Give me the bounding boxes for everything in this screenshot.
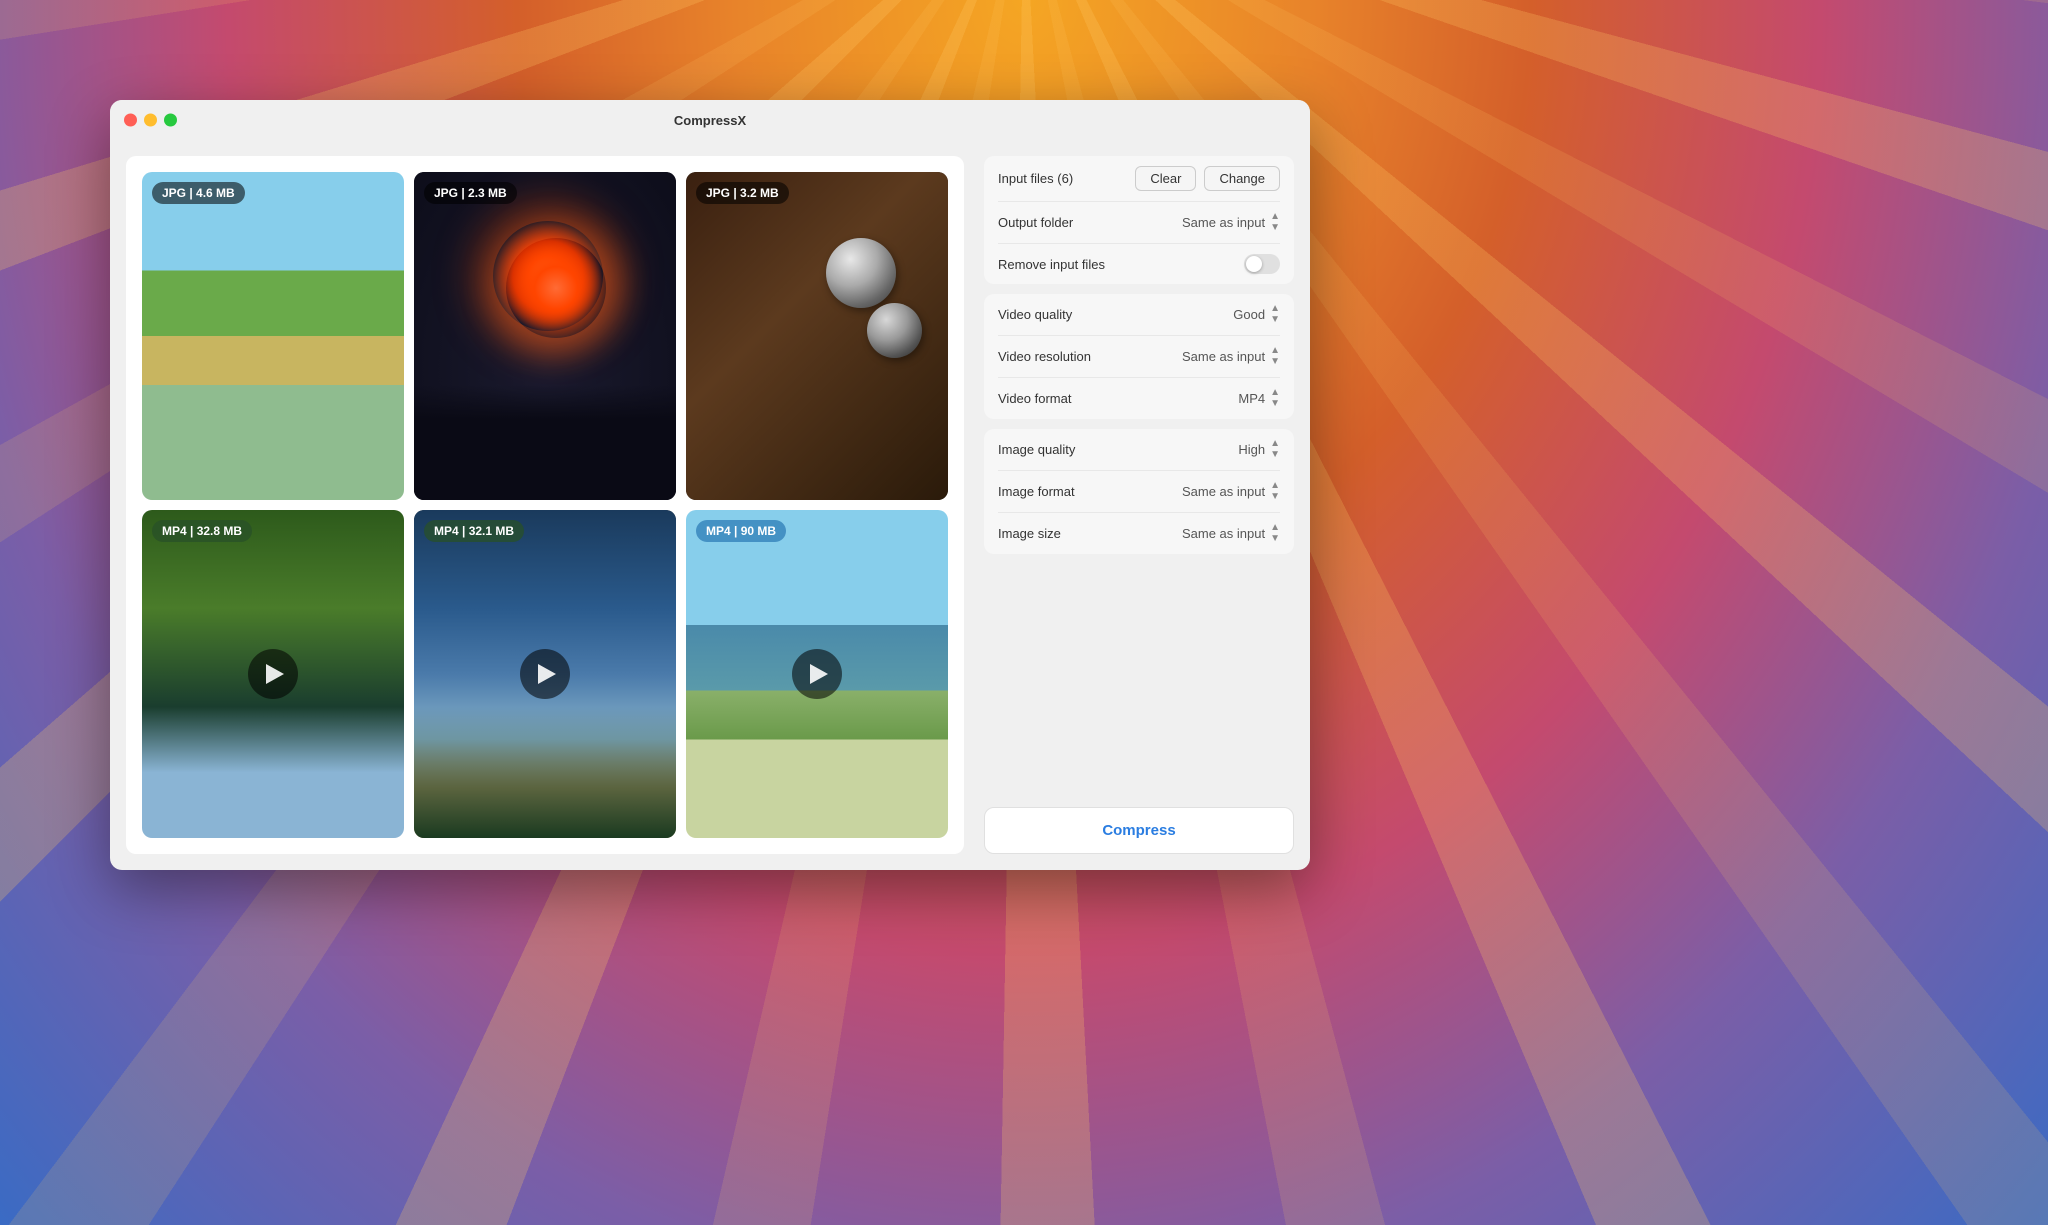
file-badge-3: JPG | 3.2 MB <box>696 182 789 204</box>
file-card-5[interactable]: MP4 | 32.1 MB <box>414 510 676 838</box>
video-format-value: MP4 <box>1238 391 1265 406</box>
remove-input-toggle[interactable] <box>1244 254 1280 274</box>
image-size-stepper[interactable]: ▲ ▼ <box>1270 523 1280 544</box>
change-button[interactable]: Change <box>1204 166 1280 191</box>
image-format-row: Image format Same as input ▲ ▼ <box>998 471 1280 513</box>
titlebar: CompressX <box>110 100 1310 140</box>
output-folder-control[interactable]: Same as input ▲ ▼ <box>1182 212 1280 233</box>
file-card-3[interactable]: JPG | 3.2 MB <box>686 172 948 500</box>
minimize-button[interactable] <box>144 114 157 127</box>
window-title: CompressX <box>674 113 746 128</box>
image-quality-label: Image quality <box>998 442 1075 457</box>
file-badge-4: MP4 | 32.8 MB <box>152 520 252 542</box>
firework-glow <box>493 221 603 331</box>
crowd-silhouette <box>414 385 676 500</box>
video-format-control[interactable]: MP4 ▲ ▼ <box>1238 388 1280 409</box>
file-badge-5: MP4 | 32.1 MB <box>424 520 524 542</box>
app-window: CompressX JPG | 4.6 MB JPG | 2.3 MB <box>110 100 1310 870</box>
file-card-1[interactable]: JPG | 4.6 MB <box>142 172 404 500</box>
image-format-control[interactable]: Same as input ▲ ▼ <box>1182 481 1280 502</box>
file-card-2[interactable]: JPG | 2.3 MB <box>414 172 676 500</box>
image-format-stepper[interactable]: ▲ ▼ <box>1270 481 1280 502</box>
video-resolution-label: Video resolution <box>998 349 1091 364</box>
output-folder-label: Output folder <box>998 215 1073 230</box>
video-quality-value: Good <box>1233 307 1265 322</box>
video-resolution-value: Same as input <box>1182 349 1265 364</box>
file-badge-1: JPG | 4.6 MB <box>152 182 245 204</box>
remove-input-label: Remove input files <box>998 257 1105 272</box>
play-icon-4 <box>266 664 284 684</box>
play-button-4[interactable] <box>248 649 298 699</box>
settings-panel: Input files (6) Clear Change Output fold… <box>984 156 1294 854</box>
play-icon-6 <box>810 664 828 684</box>
compress-section: Compress <box>984 791 1294 854</box>
maximize-button[interactable] <box>164 114 177 127</box>
image-size-row: Image size Same as input ▲ ▼ <box>998 513 1280 554</box>
play-button-5[interactable] <box>520 649 570 699</box>
clear-button[interactable]: Clear <box>1135 166 1196 191</box>
video-format-label: Video format <box>998 391 1071 406</box>
disco-ball-1 <box>826 238 896 308</box>
image-size-value: Same as input <box>1182 526 1265 541</box>
image-size-label: Image size <box>998 526 1061 541</box>
video-quality-control[interactable]: Good ▲ ▼ <box>1233 304 1280 325</box>
file-thumb-1 <box>142 172 404 500</box>
image-quality-control[interactable]: High ▲ ▼ <box>1238 439 1280 460</box>
close-button[interactable] <box>124 114 137 127</box>
image-format-label: Image format <box>998 484 1075 499</box>
video-format-row: Video format MP4 ▲ ▼ <box>998 378 1280 419</box>
file-thumb-3 <box>686 172 948 500</box>
file-badge-6: MP4 | 90 MB <box>696 520 786 542</box>
input-files-label: Input files (6) <box>998 171 1073 186</box>
image-size-control[interactable]: Same as input ▲ ▼ <box>1182 523 1280 544</box>
video-quality-label: Video quality <box>998 307 1072 322</box>
image-format-value: Same as input <box>1182 484 1265 499</box>
play-button-6[interactable] <box>792 649 842 699</box>
play-icon-5 <box>538 664 556 684</box>
file-thumb-2 <box>414 172 676 500</box>
file-grid-panel: JPG | 4.6 MB JPG | 2.3 MB J <box>126 156 964 854</box>
land-overlay <box>414 707 676 838</box>
main-content: JPG | 4.6 MB JPG | 2.3 MB J <box>110 140 1310 870</box>
output-folder-row: Output folder Same as input ▲ ▼ <box>998 202 1280 244</box>
image-quality-stepper[interactable]: ▲ ▼ <box>1270 439 1280 460</box>
file-badge-2: JPG | 2.3 MB <box>424 182 517 204</box>
file-card-6[interactable]: MP4 | 90 MB <box>686 510 948 838</box>
file-card-4[interactable]: MP4 | 32.8 MB <box>142 510 404 838</box>
image-quality-value: High <box>1238 442 1265 457</box>
traffic-lights <box>124 114 177 127</box>
video-resolution-control[interactable]: Same as input ▲ ▼ <box>1182 346 1280 367</box>
input-files-section: Input files (6) Clear Change Output fold… <box>984 156 1294 284</box>
output-folder-value: Same as input <box>1182 215 1265 230</box>
input-files-buttons: Clear Change <box>1135 166 1280 191</box>
remove-input-row: Remove input files <box>998 244 1280 284</box>
video-format-stepper[interactable]: ▲ ▼ <box>1270 388 1280 409</box>
disco-ball-2 <box>867 303 922 358</box>
video-resolution-stepper[interactable]: ▲ ▼ <box>1270 346 1280 367</box>
compress-button[interactable]: Compress <box>984 807 1294 854</box>
output-folder-stepper[interactable]: ▲ ▼ <box>1270 212 1280 233</box>
video-settings-section: Video quality Good ▲ ▼ Video resolution … <box>984 294 1294 419</box>
input-files-row: Input files (6) Clear Change <box>998 156 1280 202</box>
image-quality-row: Image quality High ▲ ▼ <box>998 429 1280 471</box>
video-quality-row: Video quality Good ▲ ▼ <box>998 294 1280 336</box>
video-quality-stepper[interactable]: ▲ ▼ <box>1270 304 1280 325</box>
image-settings-section: Image quality High ▲ ▼ Image format Same… <box>984 429 1294 554</box>
video-resolution-row: Video resolution Same as input ▲ ▼ <box>998 336 1280 378</box>
